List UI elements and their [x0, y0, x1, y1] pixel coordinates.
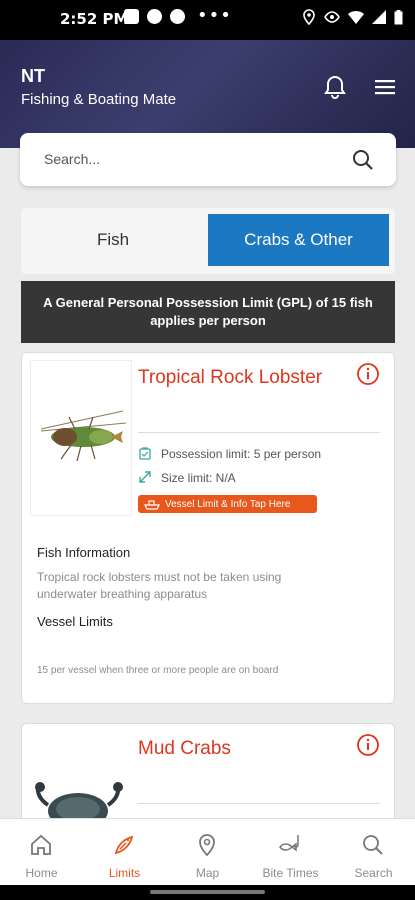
nav-search-label: Search [354, 866, 393, 880]
nav-bite-times-label: Bite Times [262, 866, 319, 880]
gesture-bar [0, 885, 415, 900]
possession-bag-icon [139, 447, 151, 460]
home-indicator[interactable] [150, 890, 265, 894]
search-icon [363, 835, 383, 855]
nav-map-label: Map [195, 866, 220, 880]
messenger-icon [147, 9, 162, 24]
nav-limits-label: Limits [108, 866, 141, 880]
eye-icon [324, 11, 340, 23]
tab-crabs-and-other[interactable]: Crabs & Other [208, 214, 389, 266]
notification-icon [124, 9, 139, 24]
search-input[interactable]: Search... [44, 151, 100, 167]
signal-icon [372, 10, 386, 24]
possession-limit: Possession limit: 5 per person [161, 447, 322, 461]
species-image [30, 360, 132, 516]
hamburger-menu-icon[interactable] [373, 77, 397, 97]
system-icons [302, 9, 403, 25]
limits-fish-icon [114, 835, 134, 855]
possession-limit-banner: A General Personal Possession Limit (GPL… [21, 281, 395, 343]
fish-hook-icon [279, 835, 299, 852]
fish-information-text: Tropical rock lobsters must not be taken… [37, 570, 282, 601]
status-bar: 2:52 PM ••• [0, 0, 415, 40]
battery-icon [394, 9, 403, 24]
header-subtitle: Fishing & Boating Mate [21, 91, 177, 108]
divider [138, 432, 380, 433]
app-header: NT Fishing & Boating Mate [0, 40, 415, 148]
search-icon[interactable] [351, 148, 375, 172]
status-time: 2:52 PM [60, 10, 129, 28]
divider [138, 803, 380, 804]
size-limit: Size limit: N/A [161, 471, 236, 485]
nav-home[interactable]: Home [0, 819, 83, 886]
info-icon[interactable] [356, 733, 380, 757]
wifi-icon [348, 10, 364, 24]
location-icon [303, 9, 315, 25]
nav-limits[interactable]: Limits [83, 819, 166, 886]
notification-bell-icon[interactable] [322, 74, 348, 100]
home-icon [31, 834, 51, 855]
size-arrows-icon [139, 471, 151, 483]
nav-map[interactable]: Map [166, 819, 249, 886]
vessel-limit-button-label: Vessel Limit & Info Tap Here [165, 498, 291, 510]
app-notification-icon [170, 9, 185, 24]
nav-bite-times[interactable]: Bite Times [249, 819, 332, 886]
lobster-illustration-icon [40, 410, 127, 462]
tab-fish[interactable]: Fish [21, 214, 205, 266]
nav-home-label: Home [25, 866, 58, 880]
info-icon[interactable] [356, 362, 380, 386]
vessel-limit-button[interactable]: Vessel Limit & Info Tap Here [138, 495, 317, 513]
species-title[interactable]: Tropical Rock Lobster [138, 367, 322, 389]
category-tabs: Fish Crabs & Other [21, 208, 395, 274]
notification-icons [124, 9, 185, 24]
search-bar[interactable]: Search... [20, 133, 396, 186]
species-title[interactable]: Mud Crabs [138, 738, 231, 760]
boat-icon [144, 499, 160, 510]
vessel-limits-text: 15 per vessel when three or more people … [37, 665, 279, 676]
map-pin-icon [199, 834, 215, 857]
vessel-limits-label: Vessel Limits [37, 614, 113, 629]
more-notifications-icon: ••• [197, 5, 232, 26]
fish-information-label: Fish Information [37, 545, 131, 560]
bottom-navigation: Home Limits Map Bite Times Search [0, 818, 415, 886]
species-card-tropical-rock-lobster[interactable]: Tropical Rock Lobster Possession limit: … [21, 352, 395, 704]
header-title: NT [21, 66, 45, 86]
nav-search[interactable]: Search [332, 819, 415, 886]
